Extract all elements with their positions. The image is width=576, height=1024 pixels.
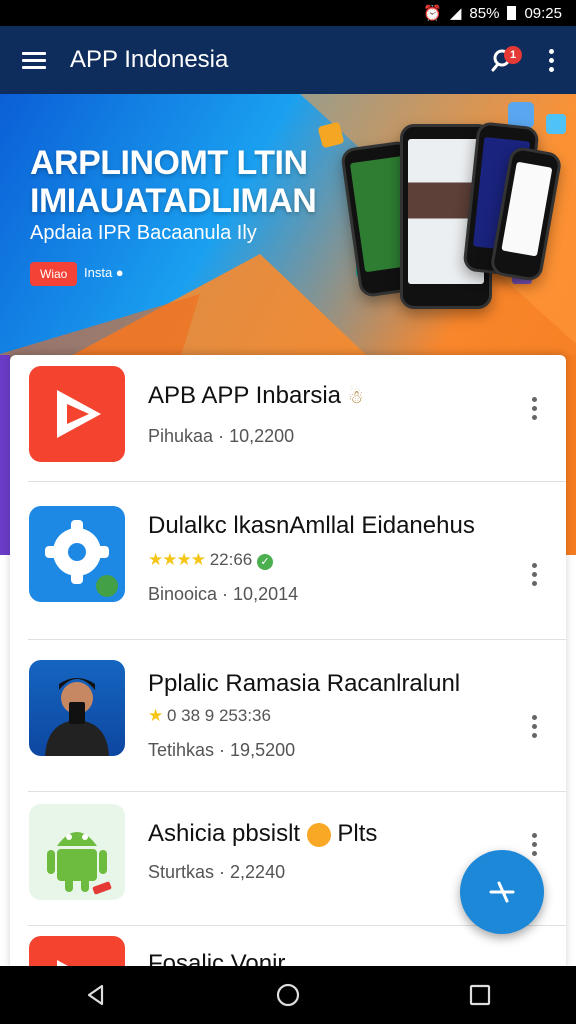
emoji-icon — [306, 822, 331, 847]
home-icon[interactable] — [258, 966, 318, 1024]
person-photo-icon — [29, 660, 125, 756]
app-meta: Pihukaa · 10,2200 — [148, 426, 295, 446]
app-name: Pplalic Ramasia Racanlralunl — [148, 670, 461, 697]
side-accent — [0, 355, 10, 555]
list-item[interactable]: APB APP Inbarsia ☃ Pihukaa · 10,2200 — [10, 360, 566, 482]
app-name: Fosalic Vonir — [148, 950, 286, 966]
app-name: APB APP Inbarsia ☃ — [148, 382, 364, 409]
send-icon — [489, 881, 515, 903]
banner-chip[interactable]: Wiao — [30, 262, 78, 286]
back-icon[interactable] — [66, 966, 126, 1024]
banner-title-line1: ARPLINOMT LTIN — [30, 144, 308, 182]
side-accent — [566, 355, 576, 555]
list-item[interactable]: Pplalic Ramasia Racanlralunl ★ 0 38 9 25… — [10, 640, 566, 792]
app-title: APP Indonesia — [70, 46, 229, 73]
more-options-icon[interactable] — [520, 554, 548, 594]
notification-badge: 1 — [504, 46, 522, 64]
more-options-icon[interactable] — [526, 36, 576, 84]
app-bar: APP Indonesia 1 — [0, 26, 576, 94]
banner-title: ARPLINOMT LTIN IMIAUATADLIMAN — [30, 144, 317, 220]
menu-icon[interactable] — [0, 26, 68, 94]
notification-button[interactable]: 1 — [478, 36, 526, 84]
app-meta: Sturtkas · 2,2240 — [148, 862, 286, 882]
list-item[interactable]: Fosalic Vonir — [10, 926, 566, 966]
list-item[interactable]: Dulalkc lkasnAmllal Eidanehus ★★★★ 22:66… — [10, 482, 566, 640]
status-bar: ⏰ ◢ 85% 09:25 — [0, 0, 576, 26]
play-store-icon — [29, 366, 125, 462]
system-nav-bar — [0, 966, 576, 1024]
app-meta: Tetihkas · 19,5200 — [148, 740, 296, 760]
gear-icon — [29, 506, 125, 602]
clock: 09:25 — [524, 4, 562, 22]
banner-chip-text: Insta ● — [84, 265, 124, 280]
signal-icon: ◢ — [449, 5, 462, 22]
more-options-icon[interactable] — [520, 388, 548, 428]
battery-percent: 85% — [469, 4, 500, 22]
alarm-icon: ⏰ — [423, 5, 442, 22]
fab-button[interactable] — [460, 850, 544, 934]
banner-title-line2: IMIAUATADLIMAN — [30, 182, 317, 220]
android-icon — [29, 804, 125, 900]
app-name: Ashicia pbsislt Plts — [148, 820, 378, 847]
more-options-icon[interactable] — [520, 706, 548, 746]
app-rating: ★★★★ 22:66 ✓ — [148, 550, 273, 570]
app-meta: Binooica · 10,2014 — [148, 584, 299, 604]
banner-subtitle: Apdaia IPR Bacaanula Ily — [30, 222, 257, 244]
app-name: Dulalkc lkasnAmllal Eidanehus — [148, 512, 475, 539]
app-rating: ★ 0 38 9 253:36 — [148, 706, 271, 725]
play-store-icon — [29, 936, 125, 966]
recents-icon[interactable] — [450, 966, 510, 1024]
verified-icon: ✓ — [256, 554, 273, 570]
battery-icon — [507, 6, 517, 20]
